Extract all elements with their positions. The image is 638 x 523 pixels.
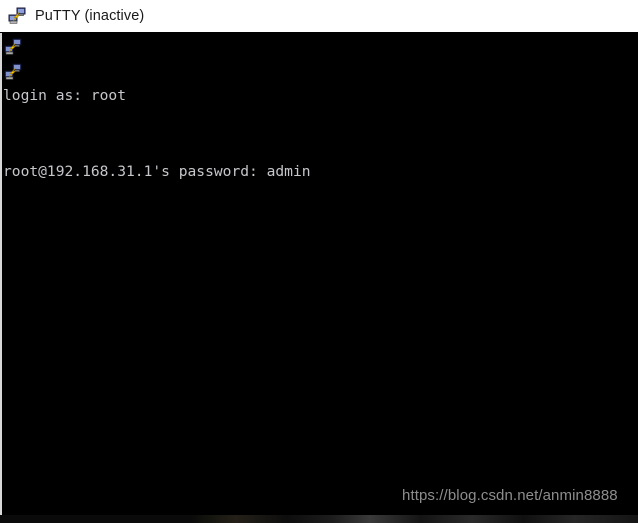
terminal-area[interactable]: login as: root root@192.168.31.1's passw…: [0, 33, 638, 523]
putty-icon-overlay-2: [4, 63, 22, 81]
window-title-bar[interactable]: PuTTY (inactive): [0, 0, 638, 33]
putty-window: PuTTY (inactive) login as: root root@192…: [0, 0, 638, 523]
terminal-line: root@192.168.31.1's password: admin: [3, 163, 311, 180]
watermark-text: https://blog.csdn.net/anmin8888: [402, 487, 618, 504]
putty-icon: [8, 7, 26, 25]
bottom-cutoff-strip: [0, 515, 638, 523]
terminal-screen: login as: root root@192.168.31.1's passw…: [2, 33, 638, 523]
putty-icon-overlay-1: [4, 38, 22, 56]
terminal-line: login as: root: [3, 87, 127, 105]
window-title-text: PuTTY (inactive): [35, 8, 145, 24]
